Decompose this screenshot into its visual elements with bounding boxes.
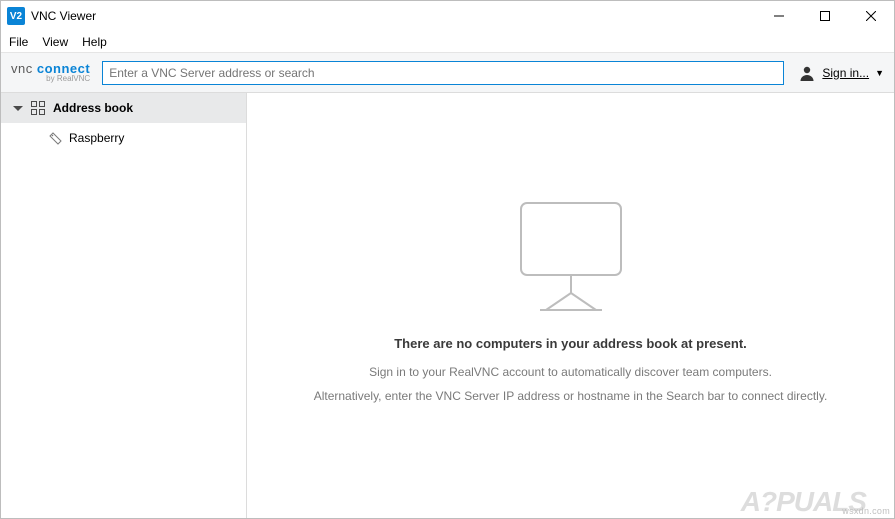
sidebar-root-label: Address book bbox=[53, 101, 133, 115]
empty-hint-1: Sign in to your RealVNC account to autom… bbox=[369, 365, 772, 379]
menu-file[interactable]: File bbox=[9, 35, 28, 49]
main-empty-state: There are no computers in your address b… bbox=[247, 93, 894, 518]
empty-headline: There are no computers in your address b… bbox=[394, 336, 747, 351]
app-window: V2 VNC Viewer File View Help vnc connect… bbox=[0, 0, 895, 519]
sidebar-item-raspberry[interactable]: Raspberry bbox=[1, 123, 246, 153]
maximize-icon bbox=[820, 11, 830, 21]
sidebar-item-label: Raspberry bbox=[69, 131, 124, 145]
source-watermark: wsxdn.com bbox=[842, 506, 890, 516]
menubar: File View Help bbox=[1, 31, 894, 53]
empty-hint-2: Alternatively, enter the VNC Server IP a… bbox=[314, 389, 828, 403]
minimize-icon bbox=[774, 11, 784, 21]
titlebar: V2 VNC Viewer bbox=[1, 1, 894, 31]
minimize-button[interactable] bbox=[756, 1, 802, 31]
address-book-icon bbox=[31, 101, 45, 115]
signin-button[interactable]: Sign in... ▼ bbox=[792, 64, 884, 82]
app-icon: V2 bbox=[7, 7, 25, 25]
toolbar: vnc connect by RealVNC Sign in... ▼ bbox=[1, 53, 894, 93]
signin-label: Sign in... bbox=[822, 66, 869, 80]
logo-sub: by RealVNC bbox=[11, 75, 90, 83]
sidebar: Address book Raspberry bbox=[1, 93, 247, 518]
close-button[interactable] bbox=[848, 1, 894, 31]
address-search-input[interactable] bbox=[102, 61, 784, 85]
chevron-down-icon: ▼ bbox=[875, 68, 884, 78]
close-icon bbox=[866, 11, 876, 21]
sidebar-root-address-book[interactable]: Address book bbox=[1, 93, 246, 123]
window-title: VNC Viewer bbox=[31, 9, 96, 23]
maximize-button[interactable] bbox=[802, 1, 848, 31]
collapse-icon bbox=[13, 106, 23, 111]
tag-icon bbox=[49, 132, 61, 144]
logo: vnc connect by RealVNC bbox=[11, 62, 94, 83]
body: Address book Raspberry There are no co bbox=[1, 93, 894, 518]
user-icon bbox=[798, 64, 816, 82]
monitor-icon bbox=[506, 198, 636, 318]
menu-view[interactable]: View bbox=[42, 35, 68, 49]
menu-help[interactable]: Help bbox=[82, 35, 107, 49]
